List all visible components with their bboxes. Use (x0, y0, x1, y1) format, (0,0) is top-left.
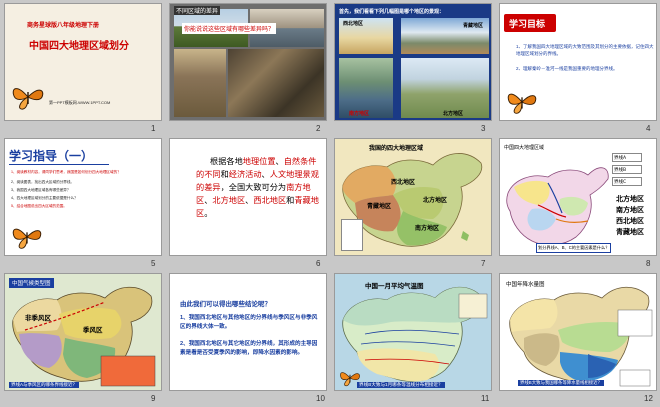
slide-title: 中国四大地理区域 (504, 145, 545, 151)
slide-thumbnail-4[interactable]: 学习目标 1、了解我国四大地理区域的大致范围及其划分的主要依据，记住四大地理区域… (499, 3, 657, 121)
text-run: 经济活动 (228, 169, 262, 179)
slide-thumbnail-5[interactable]: 学习指导（一） 1、阅读教材内容，请同学们思考，我国是如何划分四大地理区域的？ … (4, 138, 162, 256)
slide-thumbnail-11[interactable]: 中国一月平均气温图 界线B大致与1月哪条等温线分布相接近？ (334, 273, 492, 391)
slide-heading: 学习指导（一） (9, 149, 94, 163)
climate-zone-label: 季风区 (83, 327, 103, 334)
photo-caption: 青藏地区 (463, 23, 484, 29)
china-boundary-map (506, 167, 609, 246)
guide-line: 1、阅读教材内容，请同学们思考，我国是如何划分四大地理区域的？ (11, 170, 121, 174)
goal-1: 1、了解我国四大地理区域的大致范围及其划分的主要依据，记住四大地理区域划分的界线… (516, 44, 654, 56)
slide-number-6: 6 (316, 259, 321, 268)
region-label: 青藏地区 (367, 204, 392, 210)
conclusion-1: 1、我国西北地区与其他地区的分界线与季风区与非季风区的界线大体一致。 (180, 315, 318, 330)
text-run: 、 (261, 169, 270, 179)
slide-heading: 由此我们可以得出哪些结论呢？ (180, 301, 271, 308)
photo-water-town (339, 58, 393, 118)
slide-number-4: 4 (646, 124, 651, 133)
slide-number-8: 8 (646, 259, 651, 268)
legend-label: 界线C (614, 180, 627, 185)
legend-line-c: 界线C (612, 177, 642, 186)
slide-question: 划分界线A、B、C的主要因素是什么？ (536, 243, 612, 253)
map-legend-box (341, 219, 363, 251)
slide-title: 中国四大地理区域划分 (29, 41, 129, 52)
slide-question: 你能说说这些区域有哪些差异吗？ (182, 23, 277, 34)
precipitation-map (509, 286, 653, 387)
photo-caption: 北方地区 (443, 111, 464, 117)
slide-number-12: 12 (644, 394, 653, 403)
legend-label: 界线B (614, 168, 627, 173)
legend-label: 界线A (614, 156, 627, 161)
guide-line: 2、阅读图表，找出四大区域的分界线。 (11, 180, 75, 184)
slide-paragraph: 根据各地地理位置、自然条件的不同和经济活动、人文地理景观的差异，全国大致可分为南… (196, 155, 322, 220)
slide-thumbnail-8[interactable]: 中国四大地理区域 界线A 界线B 界线C 北方地区 南方地区 西北地区 青藏地区… (499, 138, 657, 256)
text-run: ，全国大致可分为 (220, 182, 287, 192)
text-run: 北方地区 (212, 195, 246, 205)
legend-line-a: 界线A (612, 153, 642, 162)
slide-thumbnail-7[interactable]: 我国的四大地理区域 西北地区 北方地区 青藏地区 南方地区 (334, 138, 492, 256)
slide-number-10: 10 (316, 394, 325, 403)
region-name: 青藏地区 (616, 229, 644, 236)
goal-2: 2、理解秦岭－淮河一线是我国重要的地理分界线。 (516, 66, 618, 71)
slide-number-11: 11 (481, 394, 490, 403)
slide-thumbnail-6[interactable]: 根据各地地理位置、自然条件的不同和经济活动、人文地理景观的差异，全国大致可分为南… (169, 138, 327, 256)
butterfly-icon (12, 88, 44, 110)
slide-number-1: 1 (151, 124, 156, 133)
region-name: 西北地区 (616, 218, 644, 225)
legend-line-b: 界线B (612, 165, 642, 174)
slide-thumbnail-12[interactable]: 中国年降水量图 界线B大致与我国哪条等降水量线相接近？ (499, 273, 657, 391)
text-run: 地理位置 (242, 156, 276, 166)
slide-thumbnail-3[interactable]: 首先，我们看看下列几幅图是哪个地区的景观： 西北地区 青藏地区 南方地区 北方地… (334, 3, 492, 121)
slide-number-2: 2 (316, 124, 321, 133)
text-run: 西北地区 (253, 195, 287, 205)
slide-footer: 第一PPT模板网-WWW.1PPT.COM (49, 100, 111, 105)
slide-thumbnail-10[interactable]: 由此我们可以得出哪些结论呢？ 1、我国西北地区与其他地区的分界线与季风区与非季风… (169, 273, 327, 391)
slide-title: 中国气候类型图 (9, 278, 54, 288)
text-run: 和 (220, 169, 229, 179)
text-run: 、 (275, 156, 284, 166)
slide-number-9: 9 (151, 394, 156, 403)
guide-line: 3、我国四大地理区域各有哪些差异？ (11, 188, 71, 192)
region-label: 北方地区 (423, 198, 448, 204)
slide-number-5: 5 (151, 259, 156, 268)
butterfly-icon (507, 93, 537, 114)
butterfly-icon (12, 228, 42, 249)
slide-thumbnail-2[interactable]: 不同区域的差异 你能说说这些区域有哪些差异吗？ (169, 3, 327, 121)
slide-subtitle: 商务星球版八年级地理下册 (27, 23, 100, 29)
slide-number-3: 3 (481, 124, 486, 133)
slide-prompt: 首先，我们看看下列几幅图是哪个地区的景观： (339, 9, 445, 15)
slide-thumbnail-1[interactable]: 商务星球版八年级地理下册 中国四大地理区域划分 第一PPT模板网-WWW.1PP… (4, 3, 162, 121)
region-name: 南方地区 (616, 207, 644, 214)
region-name: 北方地区 (616, 196, 644, 203)
guide-line: 4、四大地理区域划分的主要依据是什么？ (11, 196, 78, 200)
region-label: 南方地区 (415, 226, 440, 232)
slide-question: 界线B大致与我国哪条等降水量线相接近？ (518, 380, 604, 386)
climate-zone-label: 非季风区 (25, 315, 51, 322)
photo-street (228, 49, 324, 117)
slide-question: 界线B大致与1月哪条等温线分布相接近？ (357, 382, 445, 388)
photo-caption: 南方地区 (349, 111, 370, 117)
slide-question: 界线A与季风区的哪条界线接近？ (9, 382, 80, 388)
slide-heading: 学习目标 (509, 19, 546, 29)
text-run: 根据各地 (210, 156, 243, 166)
heading-rule (9, 164, 109, 165)
region-label: 西北地区 (391, 180, 416, 186)
slide-thumbnail-9[interactable]: 中国气候类型图 季风区 非季风区 界线A与季风区的哪条界线接近？ (4, 273, 162, 391)
guide-line: 5、结合地图说出四大区域的范围。 (11, 204, 67, 208)
conclusion-2: 2、我国西北地区与其它地区的分界线，其形成的主导因素是看是否受夏季风的影响，即降… (180, 341, 318, 356)
slide-title: 我国的四大地理区域 (369, 146, 424, 152)
slide-header-box: 不同区域的差异 (174, 6, 221, 15)
slide-title: 中国年降水量图 (506, 282, 545, 288)
slide-sorter-grid: 商务星球版八年级地理下册 中国四大地理区域划分 第一PPT模板网-WWW.1PP… (0, 0, 660, 407)
text-run: 。 (204, 208, 213, 218)
slide-title: 中国一月平均气温图 (365, 283, 424, 290)
slide-number-7: 7 (481, 259, 486, 268)
photo-north-plain (401, 58, 489, 118)
photo-caption: 西北地区 (343, 21, 364, 27)
photo-village (174, 49, 226, 117)
